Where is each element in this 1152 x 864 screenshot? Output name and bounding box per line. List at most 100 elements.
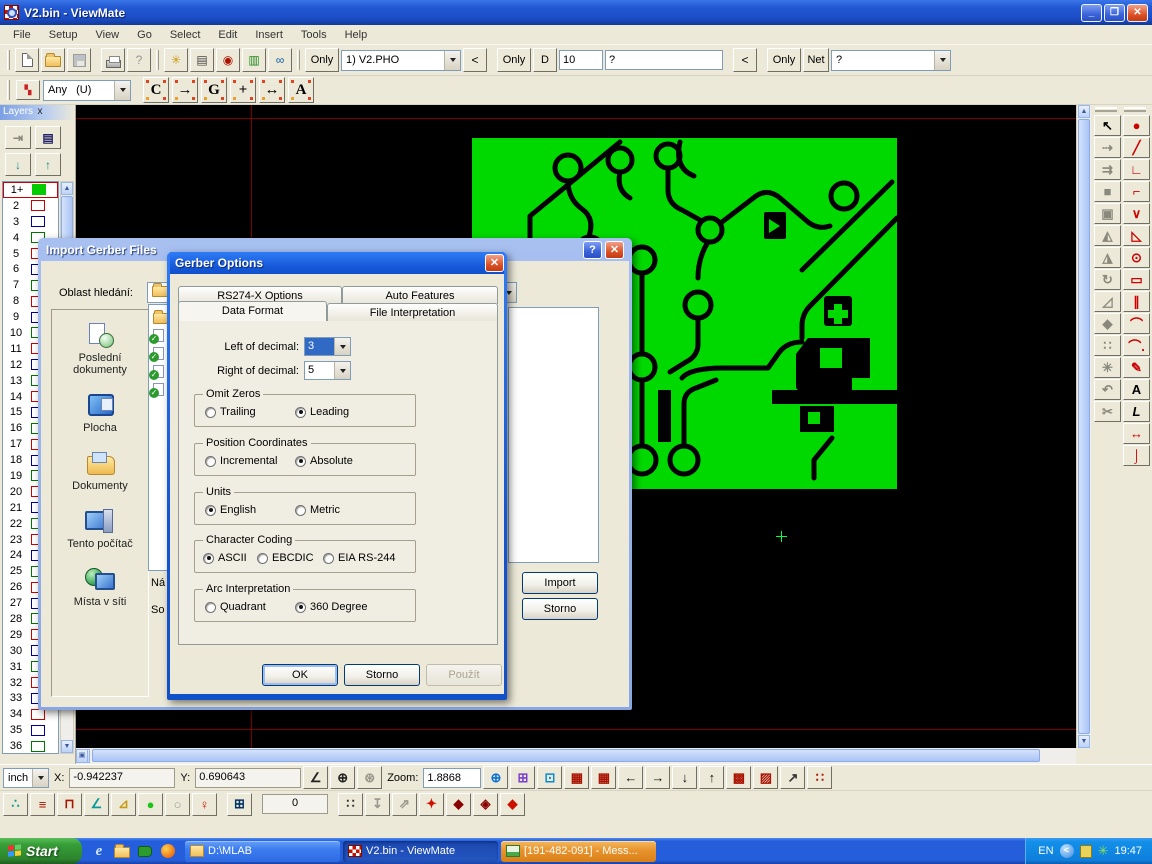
query-goto-button[interactable]: → <box>172 77 198 103</box>
pad-copy-button[interactable]: ◆ <box>500 793 525 816</box>
context-help-button[interactable]: ? <box>127 48 151 72</box>
draw-corner-tool[interactable]: ⌡ <box>1123 445 1150 466</box>
zoom-input[interactable] <box>423 768 481 788</box>
layer-color-swatch[interactable] <box>31 741 45 752</box>
only-layer-button[interactable]: Only <box>305 48 339 72</box>
layer-color-swatch[interactable] <box>31 725 45 736</box>
place-network-places[interactable]: Místa v síti <box>52 566 148 608</box>
scale-tool[interactable]: ◿ <box>1094 291 1121 312</box>
quicklaunch-internet-explorer[interactable]: e <box>90 842 108 860</box>
radio-ebcdic[interactable]: EBCDIC <box>257 552 314 564</box>
measure-line-button[interactable]: ≡ <box>30 793 55 816</box>
place-desktop[interactable]: Plocha <box>52 392 148 434</box>
quicklaunch-help-book[interactable] <box>136 842 154 860</box>
dcode-query-input[interactable] <box>605 50 723 70</box>
layer-row-1[interactable]: 1+ <box>3 182 58 198</box>
dimension-tool[interactable]: ↔ <box>1123 423 1150 444</box>
angle-readout-button[interactable]: ∠ <box>303 766 328 789</box>
draw-sketch-tool[interactable]: ✎ <box>1123 357 1150 378</box>
canvas-vscrollbar[interactable]: ▲ ▼ <box>1076 105 1091 748</box>
open-file-button[interactable] <box>41 48 65 72</box>
net-prefix-button[interactable]: Net <box>803 48 829 72</box>
film-setup-button[interactable]: ▤ <box>190 48 214 72</box>
layer-row-36[interactable]: 36 <box>3 738 58 754</box>
crosshair-button[interactable]: ⊕ <box>330 766 355 789</box>
import-button[interactable]: Import <box>522 572 598 594</box>
layers-panel-header[interactable]: Layers x <box>0 105 75 120</box>
undo-transform-tool[interactable]: ↶ <box>1094 379 1121 400</box>
radio-eia-rs244[interactable]: EIA RS-244 <box>323 552 395 564</box>
film-grid-button[interactable]: ▦ <box>591 766 616 789</box>
only-net-button[interactable]: Only <box>767 48 801 72</box>
origin-button[interactable]: ⊛ <box>357 766 382 789</box>
right-of-decimal-select[interactable]: 5 <box>304 361 351 380</box>
palette-grip[interactable] <box>1124 107 1146 112</box>
pan-up-button[interactable]: ↑ <box>699 766 724 789</box>
messenger-tray-icon[interactable]: ✳ <box>1098 843 1109 859</box>
step-repeat-tool[interactable]: ∷ <box>1094 335 1121 356</box>
query-filter-select[interactable]: Any (U) <box>43 80 131 101</box>
layer-color-swatch[interactable] <box>31 216 45 227</box>
move-to-layer-tool[interactable]: ⇉ <box>1094 159 1121 180</box>
gerber-dialog-titlebar[interactable]: Gerber Options ✕ <box>170 252 504 274</box>
copy-to-layer-tool[interactable]: ⇢ <box>1094 137 1121 158</box>
tab-data-format[interactable]: Data Format <box>178 301 327 321</box>
measure-angle-button[interactable]: ⊿ <box>111 793 136 816</box>
tab-file-interpretation[interactable]: File Interpretation <box>327 303 498 321</box>
chevron-down-icon[interactable] <box>934 51 950 70</box>
zoom-selection-button[interactable]: ⊞ <box>510 766 535 789</box>
hide-icons-chevron[interactable]: < <box>1060 844 1074 858</box>
layer-colors-button[interactable]: ▥ <box>242 48 266 72</box>
prev-layer-button[interactable]: < <box>463 48 487 72</box>
toolbar-grip[interactable] <box>297 50 300 70</box>
scroll-up-icon[interactable]: ▲ <box>61 182 73 195</box>
quicklaunch-folder-shortcut[interactable] <box>113 842 131 860</box>
start-button[interactable]: Start <box>0 838 82 864</box>
dcode-table-button[interactable]: ◉ <box>216 48 240 72</box>
layer-preview-list[interactable] <box>508 307 599 563</box>
dcode-input[interactable] <box>559 50 603 70</box>
layer-table-button[interactable]: ▤ <box>35 126 61 149</box>
menu-go[interactable]: Go <box>128 27 161 43</box>
dialog-help-button[interactable]: ? <box>583 241 602 259</box>
menu-view[interactable]: View <box>86 27 128 43</box>
inspect-measure-button[interactable]: ∞ <box>268 48 292 72</box>
scroll-up-icon[interactable]: ▲ <box>1078 105 1090 118</box>
filled-area-tool[interactable]: ■ <box>1094 181 1121 202</box>
place-recent-documents[interactable]: Poslední dokumenty <box>52 322 148 376</box>
menu-select[interactable]: Select <box>161 27 210 43</box>
task-button-viewmate[interactable]: V2.bin - ViewMate <box>343 841 498 862</box>
radio-metric[interactable]: Metric <box>295 504 340 516</box>
place-my-computer[interactable]: Tento počítač <box>52 508 148 550</box>
radio-incremental[interactable]: Incremental <box>205 455 277 467</box>
quad-view-button[interactable]: ⊞ <box>227 793 252 816</box>
layer-color-swatch[interactable] <box>31 200 45 211</box>
chevron-down-icon[interactable] <box>334 338 350 355</box>
radio-ascii[interactable]: ASCII <box>203 552 247 564</box>
active-layer-select[interactable]: 1) V2.PHO <box>341 50 461 71</box>
anchor-button[interactable]: ↧ <box>365 793 390 816</box>
toolbar-grip[interactable] <box>156 50 159 70</box>
mirror-y-tool[interactable]: ◮ <box>1094 247 1121 268</box>
film-overview-button[interactable]: ▦ <box>564 766 589 789</box>
chevron-down-icon[interactable] <box>444 51 460 70</box>
transform-settings-tool[interactable]: ✳ <box>1094 357 1121 378</box>
clipboard-tray-icon[interactable] <box>1080 845 1092 858</box>
query-text-button[interactable]: A <box>288 77 314 103</box>
redraw-button[interactable]: ✳ <box>164 48 188 72</box>
radio-english[interactable]: English <box>205 504 256 516</box>
measure-point-button[interactable]: ∴ <box>3 793 28 816</box>
filled-area-alt-tool[interactable]: ▣ <box>1094 203 1121 224</box>
pad-select-button[interactable]: ◆ <box>446 793 471 816</box>
canvas-hscrollbar[interactable]: ◀ ▶ ▣ <box>76 748 1076 764</box>
scroll-corner-button[interactable]: ▣ <box>76 749 88 763</box>
cancel-button[interactable]: Storno <box>344 664 420 686</box>
quicklaunch-firefox[interactable] <box>159 842 177 860</box>
query-gcode-button[interactable]: G <box>201 77 227 103</box>
task-button-folder[interactable]: D:\MLAB <box>185 841 340 862</box>
menu-setup[interactable]: Setup <box>40 27 87 43</box>
dcode-prefix-button[interactable]: D <box>533 48 557 72</box>
print-button[interactable] <box>101 48 125 72</box>
group-select-tool[interactable]: ✂ <box>1094 401 1121 422</box>
pad-edit-button[interactable]: ◈ <box>473 793 498 816</box>
